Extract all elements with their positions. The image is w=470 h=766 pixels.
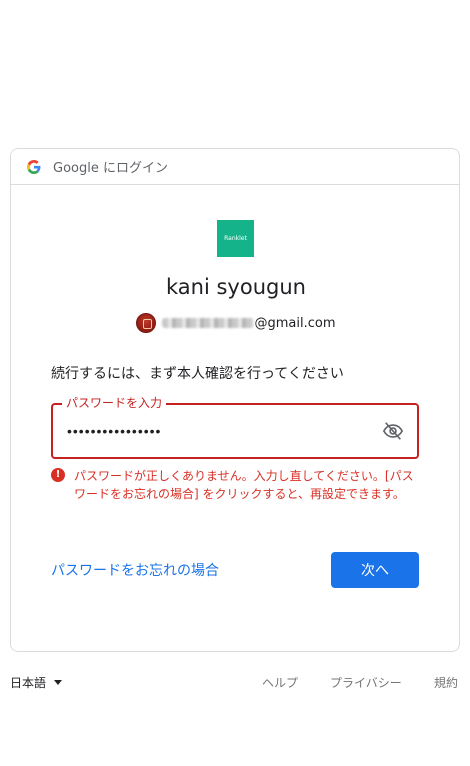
password-field[interactable]: パスワードを入力: [51, 396, 419, 459]
error-icon: !: [51, 468, 65, 482]
language-label: 日本語: [10, 676, 47, 690]
terms-link[interactable]: 規約: [434, 674, 458, 691]
next-button[interactable]: 次へ: [331, 552, 419, 588]
signin-card: Google にログイン Ranklet kani syougun @gmail…: [10, 148, 460, 652]
account-chip[interactable]: @gmail.com: [11, 313, 461, 333]
app-logo-text: Ranklet: [224, 235, 247, 242]
error-message: パスワードが正しくありません。入力し直してください。[パスワードをお忘れの場合]…: [74, 469, 414, 501]
card-header: Google にログイン: [11, 149, 459, 185]
footer: 日本語 ヘルプ プライバシー 規約: [10, 674, 470, 694]
privacy-link[interactable]: プライバシー: [330, 674, 402, 691]
password-input[interactable]: [67, 423, 367, 439]
user-name: kani syougun: [166, 275, 306, 299]
header-title: Google にログイン: [53, 161, 168, 176]
eye-off-icon[interactable]: [381, 420, 405, 442]
instruction-text: 続行するには、まず本人確認を行ってください: [51, 366, 344, 382]
help-link[interactable]: ヘルプ: [262, 674, 298, 691]
forgot-password-link[interactable]: パスワードをお忘れの場合: [51, 560, 219, 580]
email-local-part-redacted: [162, 318, 255, 328]
google-g-icon: [27, 159, 41, 174]
caret-down-icon: [54, 680, 63, 685]
avatar: [136, 313, 157, 333]
app-logo: Ranklet: [217, 220, 254, 257]
password-error: ! パスワードが正しくありません。入力し直してください。[パスワードをお忘れの場…: [51, 467, 421, 503]
language-select[interactable]: 日本語: [10, 674, 63, 691]
email-domain: @gmail.com: [254, 315, 336, 331]
password-label: パスワードを入力: [62, 396, 167, 410]
